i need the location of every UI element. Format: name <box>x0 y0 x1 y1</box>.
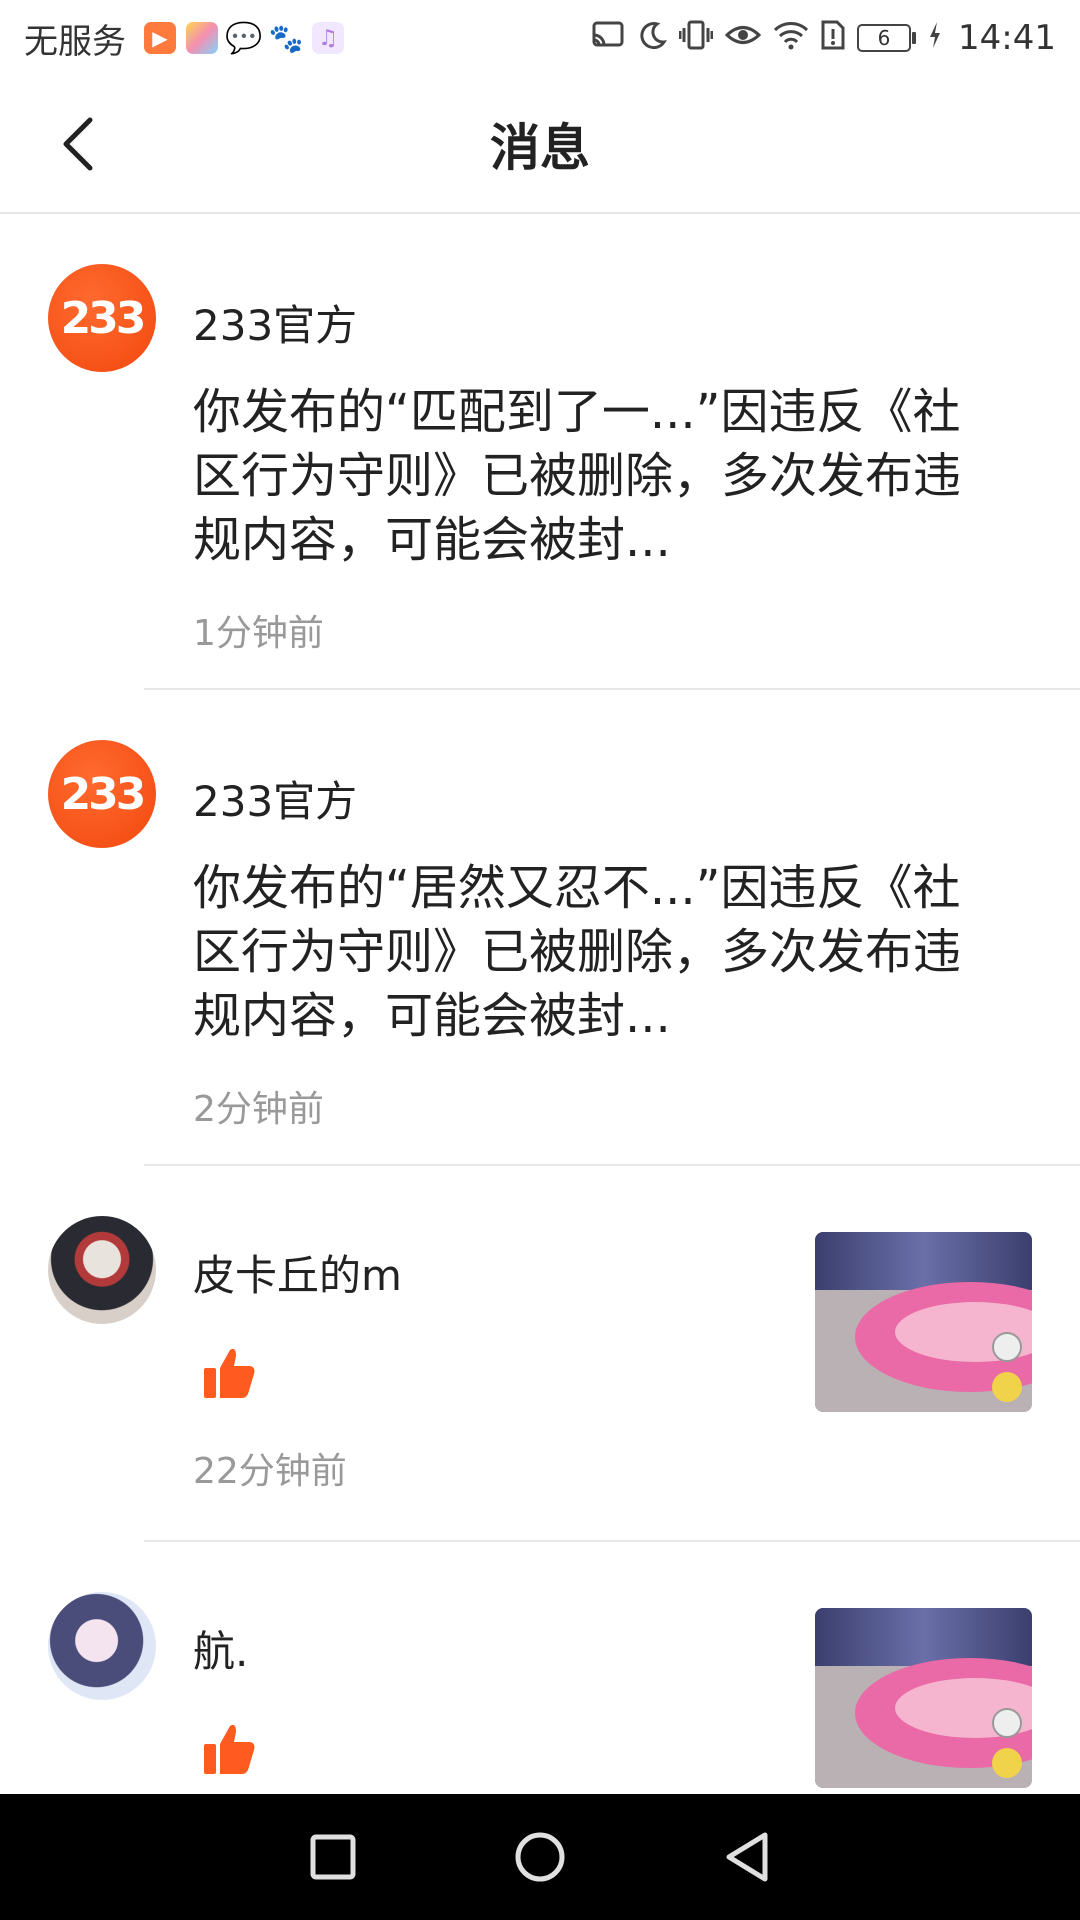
sender-name[interactable]: 皮卡丘的m <box>193 1242 402 1303</box>
sender-name[interactable]: 航. <box>193 1618 248 1679</box>
charging-icon <box>928 20 942 56</box>
post-thumbnail[interactable] <box>815 1232 1032 1412</box>
carrier-label: 无服务 <box>24 21 126 62</box>
baidu-icon: 🐾 <box>268 21 304 55</box>
avatar[interactable] <box>48 1216 156 1324</box>
wechat-icon: 💬 <box>225 20 263 56</box>
list-item[interactable]: 航. <box>0 1542 1080 1794</box>
chevron-left-icon <box>63 117 93 171</box>
message-time: 2分钟前 <box>193 1089 324 1130</box>
sender-name[interactable]: 233官方 <box>193 768 357 829</box>
battery-icon: 6 <box>857 24 917 52</box>
navigation-bar <box>0 1794 1080 1920</box>
wifi-icon <box>773 20 809 56</box>
thumbs-up-icon <box>204 1724 255 1774</box>
list-item[interactable]: 皮卡丘的m 22分钟前 <box>0 1166 1080 1542</box>
sim-alert-icon <box>821 20 845 56</box>
avatar[interactable]: 233 <box>48 740 156 848</box>
music-app-icon: ♫ <box>312 22 344 54</box>
message-time: 1分钟前 <box>193 613 324 654</box>
status-time: 14:41 <box>958 18 1056 58</box>
eye-icon <box>724 20 762 56</box>
vibrate-icon <box>678 20 714 56</box>
status-bar: 无服务 ▶ 💬 🐾 ♫ 6 14:41 <box>0 0 1080 76</box>
avatar[interactable]: 233 <box>48 264 156 372</box>
message-content: 你发布的“居然又忍不...”因违反《社区行为守则》已被删除，多次发布违规内容，可… <box>193 860 962 1044</box>
list-item[interactable]: 233 233官方 你发布的“匹配到了一...”因违反《社区行为守则》已被删除，… <box>0 214 1080 690</box>
battery-level: 6 <box>857 24 912 52</box>
status-left: 无服务 ▶ 💬 🐾 ♫ <box>24 14 344 63</box>
status-right: 6 14:41 <box>591 18 1056 58</box>
video-app-icon: ▶ <box>144 22 176 54</box>
sender-name[interactable]: 233官方 <box>193 292 357 353</box>
square-icon <box>310 1834 356 1880</box>
moon-icon <box>637 20 667 56</box>
post-thumbnail[interactable] <box>815 1608 1032 1788</box>
recents-button[interactable] <box>303 1827 363 1887</box>
page-title: 消息 <box>490 119 590 177</box>
photos-app-icon <box>186 22 218 54</box>
message-list[interactable]: 233 233官方 你发布的“匹配到了一...”因违反《社区行为守则》已被删除，… <box>0 214 1080 1794</box>
thumbs-up-icon <box>204 1348 255 1398</box>
message-time: 22分钟前 <box>193 1451 347 1492</box>
cast-icon <box>591 20 625 56</box>
back-button[interactable] <box>48 114 108 174</box>
message-content: 你发布的“匹配到了一...”因违反《社区行为守则》已被删除，多次发布违规内容，可… <box>193 384 962 568</box>
triangle-back-icon <box>726 1832 768 1882</box>
avatar[interactable] <box>48 1592 156 1700</box>
circle-icon <box>515 1832 565 1882</box>
list-item[interactable]: 233 233官方 你发布的“居然又忍不...”因违反《社区行为守则》已被删除，… <box>0 690 1080 1166</box>
home-button[interactable] <box>510 1827 570 1887</box>
back-nav-button[interactable] <box>717 1827 777 1887</box>
header: 消息 <box>0 76 1080 214</box>
